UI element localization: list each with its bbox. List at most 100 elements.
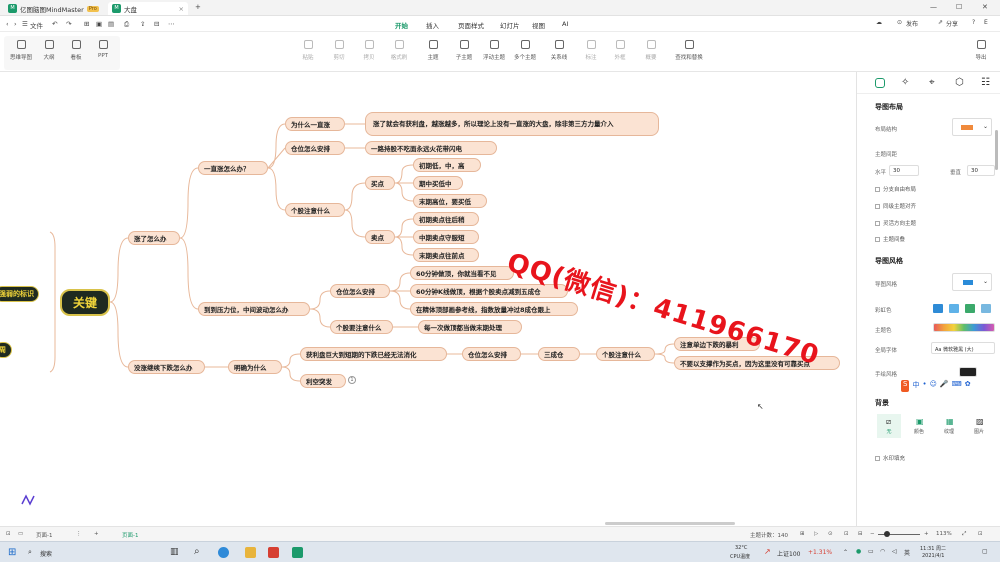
cut-button[interactable]: 剪切 (326, 40, 352, 61)
zoom-out-icon[interactable]: − (870, 531, 875, 537)
check-watermark[interactable]: 水印填充 (875, 454, 905, 462)
view-outline-button[interactable]: 大纲 (36, 40, 62, 61)
node-position[interactable]: 仓位怎么安排 (285, 141, 345, 155)
fullscreen-icon[interactable]: ⊙ (828, 531, 833, 537)
tray-network-icon[interactable]: ▭ (868, 548, 874, 555)
node-why[interactable]: 为什么一直涨 (285, 117, 345, 131)
explorer-icon[interactable] (245, 547, 256, 558)
rainbow-swatch-1[interactable] (933, 304, 943, 313)
close-tab-icon[interactable]: × (179, 5, 184, 13)
page-selector[interactable]: 页面-1 (36, 531, 52, 539)
undo-icon[interactable]: ↶ (52, 20, 57, 28)
node-why-detail[interactable]: 涨了就会有获利盘，越涨越多，所以理论上没有一直涨的大盘，除非第三方力量介入 (365, 112, 659, 136)
tab-view[interactable]: 视图 (532, 20, 545, 30)
left-node-strength[interactable]: 强弱的标识 (0, 286, 39, 302)
new-tab-button[interactable]: + (195, 3, 201, 11)
node-three[interactable]: 三成仓 (538, 347, 580, 361)
user-avatar[interactable]: E (984, 19, 988, 26)
boundary-button[interactable]: 外框 (607, 40, 633, 61)
check-free-layout[interactable]: 分支自由布局 (875, 185, 916, 193)
shape-icon[interactable]: ⬡ (955, 77, 964, 88)
export-icon[interactable]: ⇪ (140, 20, 145, 28)
floating-topic-button[interactable]: 浮动主题 (481, 40, 507, 61)
node-sell[interactable]: 卖点 (365, 230, 395, 244)
horizontal-scrollbar[interactable] (605, 522, 735, 525)
node-no-fall[interactable]: 没涨继续下跌怎么办 (128, 360, 205, 374)
tray-app-icon[interactable]: ● (856, 548, 861, 555)
share-button[interactable]: 分享 (946, 19, 958, 28)
node-sell-1[interactable]: 初期卖点往后稍 (413, 212, 479, 226)
open-icon[interactable]: ▣ (96, 20, 102, 28)
minimize-icon[interactable]: — (930, 3, 937, 11)
node-stock-2[interactable]: 个股要注意什么 (330, 320, 393, 334)
ime-keyboard-icon[interactable]: ⌨ (952, 380, 962, 392)
tab-ai[interactable]: AI (562, 20, 568, 28)
callout-button[interactable]: 标注 (578, 40, 604, 61)
style-selector[interactable]: ⌄ (952, 273, 992, 291)
node-pressure[interactable]: 到到压力位，中间波动怎么办 (198, 302, 310, 316)
export-button[interactable]: 导出 (968, 40, 994, 61)
redo-icon[interactable]: ↷ (66, 20, 71, 28)
save-icon[interactable]: ▤ (108, 20, 114, 28)
zoom-slider-thumb[interactable] (884, 531, 890, 537)
notification-icon[interactable]: ▢ (982, 548, 988, 555)
doc-tab[interactable]: M 大盘 × (108, 2, 188, 15)
file-menu[interactable]: 文件 (30, 20, 43, 30)
view-ppt-button[interactable]: PPT (90, 40, 116, 59)
node-stock-3[interactable]: 个股注意什么 (596, 347, 655, 361)
node-stock[interactable]: 个股注意什么 (285, 203, 345, 217)
node-buy[interactable]: 买点 (365, 176, 395, 190)
topic-button[interactable]: 主题 (420, 40, 446, 61)
app-tab[interactable]: M 亿图脑图MindMaster Pro (4, 2, 103, 15)
new-icon[interactable]: ⊞ (84, 20, 89, 28)
node-bad-news[interactable]: 利空突发 (300, 374, 346, 388)
format-panel-icon[interactable] (875, 78, 885, 88)
publish-button[interactable]: 发布 (906, 19, 918, 28)
mindmap-canvas[interactable]: 强弱的标识 周 关键 涨了怎么办 一直涨怎么办？ 为什么一直涨 涨了就会有获利盘… (0, 72, 856, 526)
node-position-3[interactable]: 仓位怎么安排 (462, 347, 521, 361)
task-view-icon[interactable]: ▥ (170, 547, 179, 557)
format-painter-button[interactable]: 格式刷 (386, 40, 412, 61)
relationship-button[interactable]: 关系线 (546, 40, 572, 61)
page-tab[interactable]: 页面-1 (122, 531, 138, 539)
horizontal-spacing-input[interactable]: 30 (889, 165, 919, 176)
multiple-topics-button[interactable]: 多个主题 (512, 40, 538, 61)
panel-right-icon[interactable]: ⊡ (978, 531, 983, 537)
handdrawn-selector[interactable] (959, 367, 977, 377)
wps-icon[interactable] (268, 547, 279, 558)
root-topic[interactable]: 关键 (60, 289, 110, 316)
windows-start-icon[interactable]: ⊞ (8, 547, 16, 558)
sogou-icon[interactable]: S (901, 380, 910, 392)
zoom-level[interactable]: 113% (936, 531, 952, 537)
search-app-icon[interactable]: ⌕ (194, 546, 200, 557)
outline-toggle-icon[interactable]: ▭ (18, 531, 23, 537)
forward-icon[interactable]: › (14, 20, 17, 28)
node-position-2a[interactable]: 60分钟做顶，你就当看不见 (410, 266, 514, 280)
copy-button[interactable]: 拷贝 (356, 40, 382, 61)
tab-page-style[interactable]: 页面样式 (458, 20, 484, 30)
share-icon[interactable]: ⇗ (938, 19, 943, 26)
node-obvious[interactable]: 明确为什么 (228, 360, 282, 374)
view-kanban-button[interactable]: 看板 (63, 40, 89, 61)
tab-insert[interactable]: 插入 (426, 20, 439, 30)
mindmaster-taskbar-icon[interactable] (292, 547, 303, 558)
find-replace-button[interactable]: 查找和替换 (674, 40, 704, 61)
page-menu-icon[interactable]: ⋮ (76, 531, 82, 537)
focus-icon[interactable]: ⊡ (844, 531, 849, 537)
zoom-in-icon[interactable]: + (924, 531, 929, 537)
node-position-2[interactable]: 仓位怎么安排 (330, 284, 390, 298)
add-page-button[interactable]: + (94, 531, 99, 537)
subtopic-button[interactable]: 子主题 (451, 40, 477, 61)
font-selector[interactable]: Aa 微软雅黑 (大) (931, 342, 995, 354)
node-keep-rise[interactable]: 一直涨怎么办？ (198, 161, 268, 175)
maximize-icon[interactable]: ☐ (956, 3, 962, 11)
close-window-icon[interactable]: ✕ (982, 3, 988, 11)
task-icon[interactable]: ☷ (981, 77, 990, 88)
fit-window-icon[interactable]: ⤢ (962, 531, 966, 538)
publish-icon[interactable]: ⊙ (897, 19, 902, 26)
node-position-detail[interactable]: 一路持股不吃面永远火花带闪电 (365, 141, 497, 155)
node-sell-3[interactable]: 末期卖点往前点 (413, 248, 479, 262)
back-icon[interactable]: ‹ (6, 20, 9, 28)
node-collapse-badge[interactable]: 1 (348, 376, 356, 384)
node-buy-1[interactable]: 初期低，中，高 (413, 158, 481, 172)
